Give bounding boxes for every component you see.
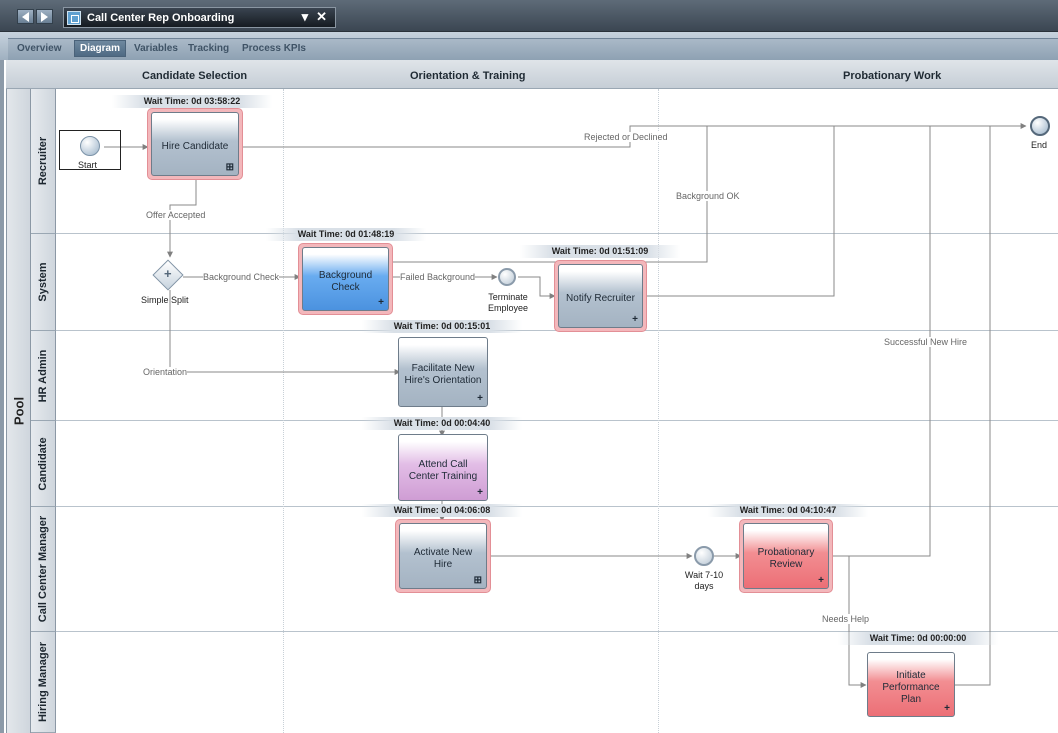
end-event-icon[interactable]: [1030, 116, 1050, 136]
start-label: Start: [78, 160, 98, 170]
terminate-label: Terminate Employee: [487, 292, 529, 313]
expand-icon: +: [378, 297, 384, 308]
process-designer-window: Call Center Rep Onboarding ▾ ✕ Overview …: [0, 0, 1058, 733]
task-background-check[interactable]: Background Check +: [298, 243, 393, 315]
flow-label-failed-background: Failed Background: [400, 272, 476, 282]
simple-split-label: Simple Split: [141, 295, 189, 305]
task-facilitate-orientation[interactable]: Facilitate New Hire's Orientation +: [398, 337, 488, 407]
expand-icon: +: [477, 487, 483, 498]
plus-icon: +: [164, 266, 172, 281]
flow-label-background-ok: Background OK: [676, 191, 740, 201]
flow-label-background-check: Background Check: [203, 272, 280, 282]
flow-notify-end[interactable]: [645, 126, 835, 297]
wait-time-activate-hire: Wait Time: 0d 04:06:08: [362, 504, 522, 517]
wait-time-facilitate-orientation: Wait Time: 0d 00:15:01: [362, 320, 522, 333]
task-label: Activate New Hire: [413, 547, 473, 570]
terminate-event-icon[interactable]: [498, 268, 516, 286]
start-event-icon[interactable]: [80, 136, 100, 156]
task-label: Notify Recruiter: [566, 293, 635, 304]
flow-background-ok[interactable]: [393, 126, 708, 263]
flow-label-successful-hire: Successful New Hire: [884, 337, 968, 347]
task-notify-recruiter[interactable]: Notify Recruiter +: [554, 260, 647, 332]
wait-timer-label: Wait 7-10 days: [684, 570, 724, 591]
task-label: Initiate Performance Plan: [882, 669, 940, 705]
timer-event-icon[interactable]: [694, 546, 714, 566]
start-event-selection[interactable]: Start: [59, 130, 121, 170]
task-label: Attend Call Center Training: [408, 458, 478, 482]
wait-time-hire-candidate: Wait Time: 0d 03:58:22: [112, 95, 272, 108]
task-initiate-performance-plan[interactable]: Initiate Performance Plan +: [867, 652, 955, 717]
task-attend-training[interactable]: Attend Call Center Training +: [398, 434, 488, 501]
wait-time-notify-recruiter: Wait Time: 0d 01:51:09: [520, 245, 680, 258]
expand-icon: +: [477, 393, 483, 404]
expand-icon: +: [632, 314, 638, 325]
flow-label-needs-help: Needs Help: [822, 614, 870, 624]
flow-label-rejected: Rejected or Declined: [584, 132, 668, 142]
task-probationary-review[interactable]: Probationary Review +: [739, 519, 833, 593]
task-label: Hire Candidate: [161, 141, 229, 152]
subprocess-icon: ⊞: [473, 575, 482, 586]
expand-icon: +: [944, 703, 950, 714]
task-label: Background Check: [318, 270, 373, 293]
wait-time-performance-plan: Wait Time: 0d 00:00:00: [838, 632, 998, 645]
task-activate-new-hire[interactable]: Activate New Hire ⊞: [395, 519, 491, 593]
flow-label-orientation: Orientation: [143, 367, 188, 377]
task-label: Probationary Review: [757, 547, 815, 570]
subprocess-icon: ⊞: [225, 162, 234, 173]
flow-label-offer-accepted: Offer Accepted: [146, 210, 206, 220]
end-label: End: [1031, 140, 1048, 150]
expand-icon: +: [818, 575, 824, 586]
wait-time-probationary-review: Wait Time: 0d 04:10:47: [708, 504, 868, 517]
flow-plan-end[interactable]: [955, 126, 991, 686]
task-label: Facilitate New Hire's Orientation: [404, 363, 482, 386]
wait-time-background-check: Wait Time: 0d 01:48:19: [266, 228, 426, 241]
wait-time-attend-training: Wait Time: 0d 00:04:40: [362, 417, 522, 430]
task-hire-candidate[interactable]: Hire Candidate ⊞: [147, 108, 243, 180]
